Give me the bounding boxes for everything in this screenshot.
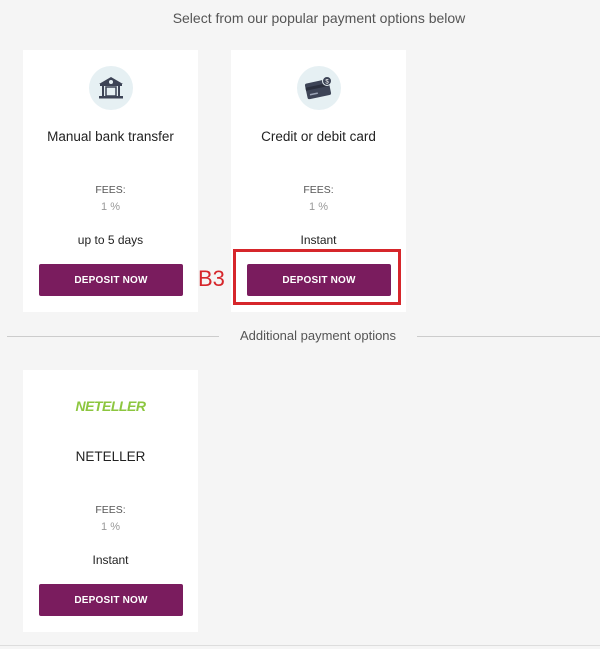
fees-value: 1 % <box>101 201 120 213</box>
processing-time: up to 5 days <box>77 233 144 247</box>
fees-value: 1 % <box>309 201 328 213</box>
section-divider-label: Additional payment options <box>239 328 397 343</box>
card-title: Credit or debit card <box>261 129 376 144</box>
payment-card-bank-transfer: Manual bank transfer FEES: 1 % up to 5 d… <box>23 50 198 312</box>
fees-label: FEES: <box>95 504 126 516</box>
annotation-marker: B3 <box>198 266 225 291</box>
credit-card-icon: $ <box>297 66 341 110</box>
payment-card-neteller: NETELLER NETELLER FEES: 1 % Instant DEPO… <box>23 370 198 632</box>
fees-label: FEES: <box>303 184 334 196</box>
processing-time: Instant <box>300 233 337 247</box>
highlight-box <box>233 249 401 305</box>
page-heading: Select from our popular payment options … <box>172 10 466 26</box>
divider-line <box>7 336 219 337</box>
processing-time: Instant <box>92 553 129 567</box>
deposit-now-button-bank-transfer[interactable]: DEPOSIT NOW <box>39 264 183 296</box>
bank-icon <box>89 66 133 110</box>
fees-value: 1 % <box>101 521 120 533</box>
card-title: Manual bank transfer <box>47 129 174 144</box>
deposit-now-button-neteller[interactable]: DEPOSIT NOW <box>39 584 183 616</box>
bottom-divider <box>0 645 600 646</box>
card-title: NETELLER <box>75 449 146 464</box>
fees-label: FEES: <box>95 184 126 196</box>
neteller-logo: NETELLER <box>75 398 146 414</box>
divider-line <box>417 336 600 337</box>
